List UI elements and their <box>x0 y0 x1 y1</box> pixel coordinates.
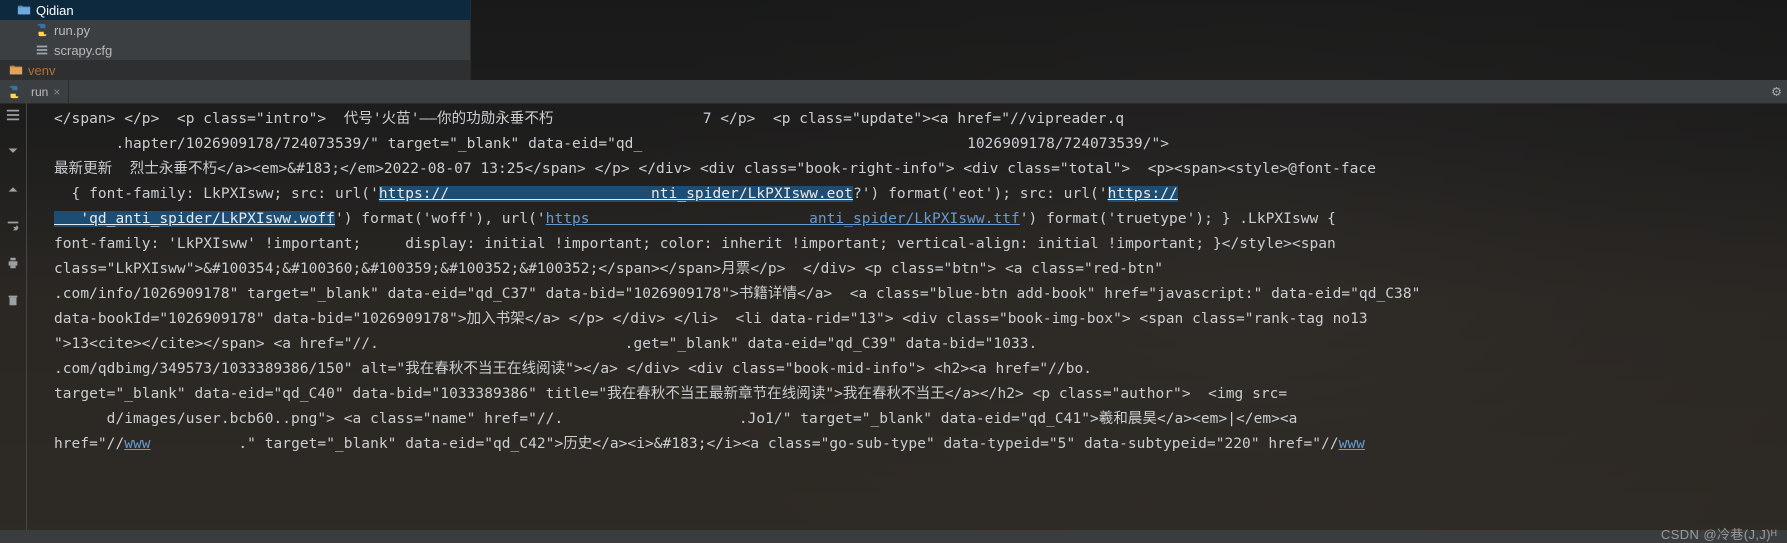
editor-tabs-bar: run × <box>0 80 1787 104</box>
tree-folder-label: Qidian <box>36 3 74 18</box>
wrap-icon[interactable] <box>6 219 20 237</box>
link-woff[interactable]: 'qd_anti_spider/LkPXIsww.woff <box>54 211 335 227</box>
tree-file-scrapycfg[interactable]: scrapy.cfg <box>0 40 470 60</box>
expand-icon[interactable] <box>6 182 20 200</box>
tree-folder-label: venv <box>28 63 55 78</box>
editor-scroll-area[interactable]: </span> </p> <p class="intro"> 代号'火苗'——你… <box>26 103 1787 530</box>
library-folder-icon <box>8 62 24 78</box>
config-file-icon <box>34 42 50 58</box>
tab-close-icon[interactable]: × <box>53 85 60 99</box>
tree-file-label: scrapy.cfg <box>54 43 112 58</box>
editor-gutter <box>0 103 27 530</box>
delete-icon[interactable] <box>6 293 20 311</box>
folder-icon <box>16 2 32 18</box>
link-ttf[interactable]: https anti_spider/LkPXIsww.ttf <box>546 211 1020 227</box>
tree-folder-qidian[interactable]: Qidian <box>0 0 470 20</box>
tree-file-runpy[interactable]: run.py <box>0 20 470 40</box>
tab-run[interactable]: run × <box>0 80 69 103</box>
project-tree-panel: Qidian run.py scrapy.cfg venv <box>0 0 471 80</box>
settings-gear-icon[interactable]: ⚙ <box>1772 82 1781 100</box>
watermark: CSDN @冷巷(J,J)ᴴ <box>1661 524 1777 543</box>
collapse-icon[interactable] <box>6 145 20 163</box>
link-www[interactable]: www <box>124 436 150 452</box>
structure-icon[interactable] <box>6 108 20 126</box>
tree-file-label: run.py <box>54 23 90 38</box>
link-eot[interactable]: https:// nti_spider/LkPXIsww.eot <box>379 186 853 202</box>
status-bar <box>0 530 1787 543</box>
python-file-icon <box>6 84 22 100</box>
tree-folder-venv[interactable]: venv <box>0 60 470 80</box>
tab-label: run <box>31 85 48 99</box>
editor-content: </span> </p> <p class="intro"> 代号'火苗'——你… <box>26 103 1787 457</box>
link-www2[interactable]: www <box>1339 436 1365 452</box>
link-prefix[interactable]: https:// <box>1108 186 1178 202</box>
python-file-icon <box>34 22 50 38</box>
print-icon[interactable] <box>6 256 20 274</box>
